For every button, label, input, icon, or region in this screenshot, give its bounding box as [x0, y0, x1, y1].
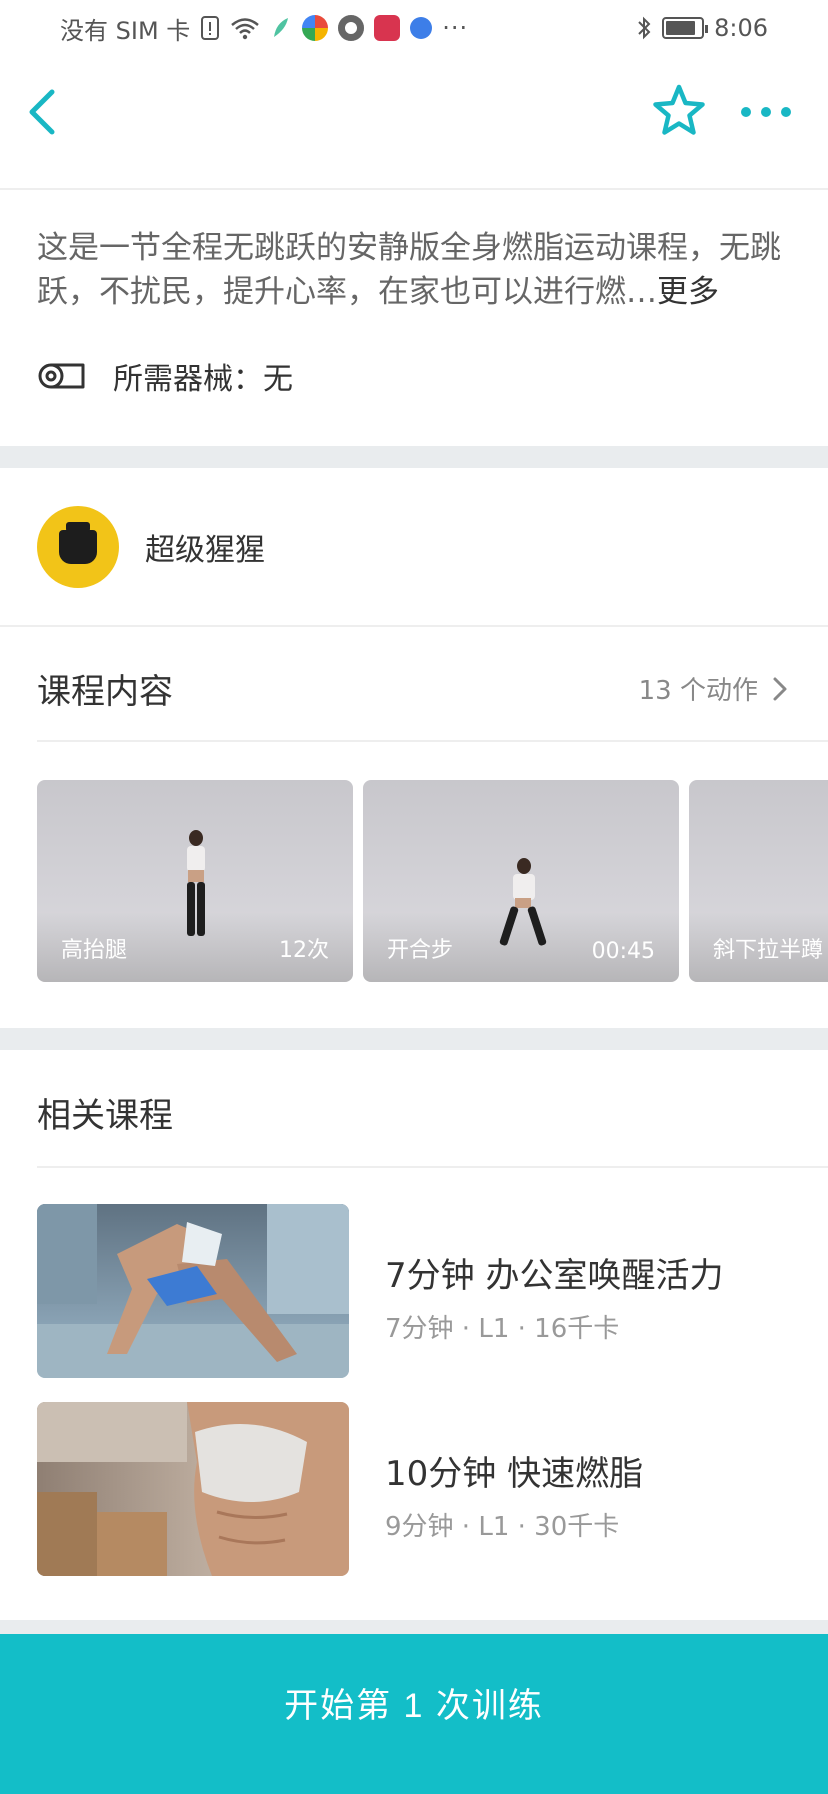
exercise-card[interactable]: 高抬腿 12次 — [37, 780, 353, 982]
battery-icon — [662, 17, 709, 39]
aperture-icon — [338, 15, 365, 41]
related-divider — [37, 1166, 828, 1168]
back-button[interactable] — [22, 84, 62, 140]
status-bar-left: 没有 SIM 卡 ··· — [60, 11, 468, 46]
section-gap — [0, 1028, 828, 1050]
related-course-photo — [37, 1204, 349, 1378]
exercise-name: 斜下拉半蹲 — [713, 938, 824, 963]
figure-head — [189, 830, 203, 846]
status-bar-right: 8:06 — [636, 14, 768, 42]
exercise-carousel[interactable]: 高抬腿 12次 开合步 00:45 斜下拉半蹲 — [37, 780, 828, 982]
coach-name: 超级猩猩 — [145, 533, 265, 568]
carrier-label: 没有 SIM 卡 — [60, 16, 191, 45]
status-overflow: ··· — [442, 14, 469, 42]
figure-head — [517, 858, 531, 874]
status-bar: 没有 SIM 卡 ··· 8:06 — [0, 0, 828, 56]
more-dots-icon — [741, 107, 791, 117]
feather-icon — [274, 18, 289, 37]
wifi-icon — [231, 18, 260, 40]
bluetooth-icon — [638, 16, 651, 40]
start-training-button[interactable]: 开始第 1 次训练 — [0, 1634, 828, 1794]
figure-leg — [197, 882, 205, 936]
coach-divider — [0, 625, 828, 627]
nav-bar — [0, 56, 828, 168]
more-link[interactable]: 更多 — [657, 274, 719, 310]
course-description: 这是一节全程无跳跃的安静版全身燃脂运动课程，无跳跃，不扰民，提升心率，在家也可以… — [37, 226, 797, 314]
color-app-icon — [302, 15, 329, 41]
globe-icon — [410, 17, 433, 39]
exercise-name: 高抬腿 — [61, 938, 128, 963]
yoga-mat-icon — [38, 363, 85, 389]
content-section-title: 课程内容 — [37, 672, 173, 712]
figure-leg — [187, 882, 195, 936]
section-gap — [0, 1620, 828, 1634]
related-course-photo — [37, 1402, 349, 1576]
more-button[interactable] — [738, 90, 794, 134]
related-course-thumbnail — [37, 1204, 349, 1378]
equipment-row: 所需器械：无 — [37, 350, 293, 402]
related-course-item[interactable]: 7分钟 办公室唤醒活力 7分钟 · L1 · 16千卡 — [37, 1204, 797, 1378]
start-training-label: 开始第 1 次训练 — [284, 1686, 544, 1725]
figure-waist — [188, 870, 204, 882]
favorite-button[interactable] — [650, 82, 708, 140]
content-divider — [37, 740, 828, 742]
coach-row[interactable]: 超级猩猩 — [37, 506, 265, 588]
chevron-right-icon — [773, 677, 787, 700]
star-outline-icon — [653, 84, 705, 135]
exercise-name: 开合步 — [387, 938, 454, 963]
equipment-label: 所需器械：无 — [113, 362, 293, 397]
figure-torso — [187, 846, 205, 872]
sim-alert-icon — [201, 16, 220, 40]
section-gap — [0, 446, 828, 468]
exercise-count-link[interactable]: 13 个动作 — [639, 670, 788, 707]
exercise-count: 13 个动作 — [638, 676, 758, 706]
related-section-title: 相关课程 — [37, 1096, 173, 1136]
exercise-meta: 12次 — [279, 938, 329, 963]
battery-fill — [666, 21, 696, 35]
chevron-left-icon — [29, 89, 55, 135]
exercise-card[interactable]: 开合步 00:45 — [363, 780, 679, 982]
exercise-card[interactable]: 斜下拉半蹲 — [689, 780, 828, 982]
coach-avatar — [37, 506, 119, 588]
related-course-subtitle: 7分钟 · L1 · 16千卡 — [385, 1314, 620, 1344]
related-course-title: 10分钟 快速燃脂 — [385, 1454, 644, 1494]
related-course-subtitle: 9分钟 · L1 · 30千卡 — [385, 1512, 620, 1542]
calendar-app-icon — [374, 15, 401, 41]
gorilla-logo-icon — [59, 522, 97, 564]
figure-torso — [513, 874, 535, 900]
related-course-title: 7分钟 办公室唤醒活力 — [385, 1256, 724, 1296]
header-divider — [0, 188, 828, 190]
related-course-item[interactable]: 10分钟 快速燃脂 9分钟 · L1 · 30千卡 — [37, 1402, 797, 1576]
exercise-meta: 00:45 — [591, 939, 655, 964]
related-course-thumbnail — [37, 1402, 349, 1576]
clock: 8:06 — [714, 14, 768, 42]
